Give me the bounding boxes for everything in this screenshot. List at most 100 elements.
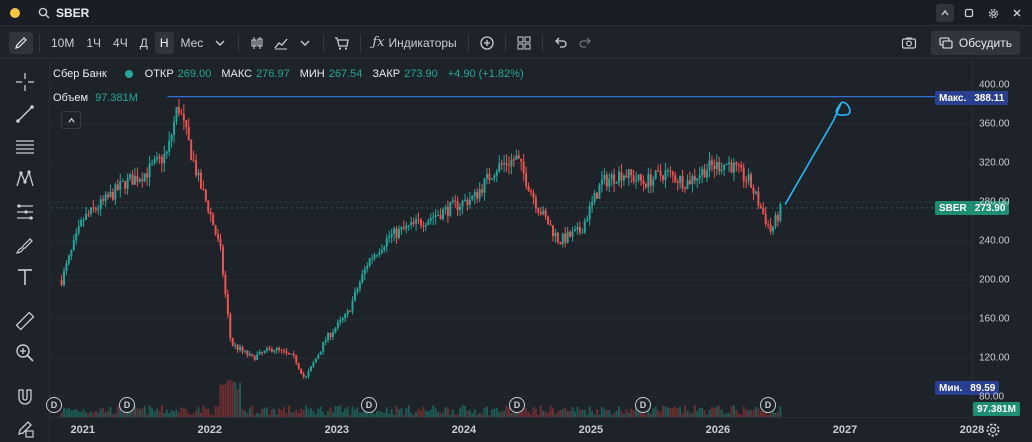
- gear-icon[interactable]: [984, 4, 1002, 22]
- timeframe-4[interactable]: Н: [154, 31, 174, 54]
- candle-body: [60, 280, 63, 285]
- series-visibility-dot[interactable]: [124, 70, 133, 78]
- candle-body: [165, 151, 168, 155]
- price-axis[interactable]: Макс. 388.11 SBER 273.90 Мин. 89.59 97.3…: [935, 60, 1032, 417]
- open-label: ОТКР: [144, 68, 174, 80]
- volume-bar: [779, 406, 782, 417]
- candle-body: [525, 173, 528, 187]
- volume-bar: [468, 409, 471, 417]
- candle-body: [407, 225, 410, 227]
- horizontal-lines-icon[interactable]: [13, 135, 37, 159]
- pencil-icon[interactable]: [9, 31, 33, 54]
- lock-edit-icon[interactable]: [13, 416, 37, 440]
- candle-body: [615, 182, 618, 184]
- collapse-up-icon[interactable]: [936, 4, 954, 22]
- volume-bar: [715, 406, 718, 417]
- timeframe-5[interactable]: Мес: [176, 32, 209, 54]
- volume-bar: [407, 405, 410, 417]
- add-circle-icon[interactable]: [475, 32, 499, 54]
- candle-body: [664, 170, 667, 180]
- candle-body: [192, 159, 195, 161]
- brush-icon[interactable]: [13, 233, 37, 257]
- dividend-marker[interactable]: D: [635, 397, 651, 413]
- candle-body: [708, 160, 711, 171]
- candle-body: [740, 165, 743, 168]
- timeframe-0[interactable]: 10М: [46, 32, 79, 54]
- volume-bar: [684, 405, 687, 417]
- crosshair-icon[interactable]: [13, 70, 37, 94]
- dividend-marker[interactable]: D: [361, 397, 377, 413]
- volume-bar: [75, 409, 78, 417]
- volume-bar: [485, 406, 488, 417]
- volume-bar: [669, 407, 672, 417]
- volume-bar: [339, 405, 342, 417]
- dividend-marker[interactable]: D: [46, 397, 62, 413]
- collapse-legend-button[interactable]: [61, 111, 81, 129]
- volume-bar: [461, 405, 464, 417]
- volume-bar: [750, 410, 753, 417]
- volume-bar: [703, 410, 706, 417]
- volume-bar: [400, 408, 403, 417]
- dividend-marker[interactable]: D: [119, 397, 135, 413]
- candle-body: [405, 225, 408, 229]
- volume-bar: [630, 408, 633, 417]
- candle-body: [155, 156, 158, 160]
- candle-body: [133, 175, 136, 185]
- candle-body: [307, 371, 310, 377]
- close-icon[interactable]: [1008, 4, 1026, 22]
- price-chart[interactable]: [51, 60, 972, 417]
- timeframe-2[interactable]: 4Ч: [108, 32, 133, 54]
- indicators-button[interactable]: ƒx Индикаторы: [367, 32, 461, 54]
- candle-body: [642, 180, 645, 184]
- timeframe-1[interactable]: 1Ч: [81, 32, 106, 54]
- candle-body: [126, 177, 129, 189]
- candle-body: [317, 354, 320, 359]
- pattern-icon[interactable]: [13, 167, 37, 191]
- candle-body: [121, 180, 124, 182]
- time-axis[interactable]: 2021 2022 2023 2024 2025 2026 2027 2028: [51, 417, 984, 442]
- chevron-down-icon[interactable]: [208, 32, 232, 54]
- drawing-toolbar: [0, 60, 50, 442]
- volume-bar: [451, 409, 454, 417]
- candle-body: [596, 192, 599, 199]
- candle-body: [160, 156, 163, 164]
- candle-body: [270, 348, 273, 352]
- candle-body: [564, 233, 567, 243]
- candle-body: [652, 178, 655, 186]
- candle-body: [466, 199, 469, 206]
- timeframe-group: 10М 1Ч 4Ч Д Н Мес: [46, 31, 209, 54]
- volume-bar: [434, 408, 437, 417]
- zoom-in-icon[interactable]: [13, 341, 37, 365]
- candle-body: [415, 219, 418, 224]
- volume-bar: [148, 405, 151, 417]
- candle-body: [129, 174, 132, 178]
- ticker-search[interactable]: SBER: [38, 5, 89, 21]
- text-tool-icon[interactable]: [13, 265, 37, 289]
- fibonacci-icon[interactable]: [13, 200, 37, 224]
- redo-icon[interactable]: [573, 32, 597, 54]
- high-label: МАКС: [221, 68, 253, 80]
- magnet-icon[interactable]: [13, 385, 37, 409]
- status-dot: [10, 8, 20, 18]
- layout-grid-icon[interactable]: [512, 32, 536, 54]
- cart-icon[interactable]: [330, 32, 354, 54]
- area-chart-icon[interactable]: [269, 32, 293, 54]
- dividend-marker[interactable]: D: [760, 397, 776, 413]
- chevron-down-icon[interactable]: [293, 32, 317, 54]
- trend-line-icon[interactable]: [13, 102, 37, 126]
- candles-icon[interactable]: [245, 32, 269, 54]
- minimize-icon[interactable]: [960, 4, 978, 22]
- undo-icon[interactable]: [549, 32, 573, 54]
- timeframe-3[interactable]: Д: [135, 32, 153, 54]
- volume-bar: [463, 406, 466, 417]
- volume-bar: [307, 408, 310, 417]
- ruler-icon[interactable]: [13, 309, 37, 333]
- volume-bar: [578, 409, 581, 417]
- dividend-marker[interactable]: D: [509, 397, 525, 413]
- settings-icon[interactable]: [985, 422, 1001, 438]
- chart-area[interactable]: [51, 60, 972, 417]
- discuss-button[interactable]: Обсудить: [930, 31, 1020, 55]
- candle-body: [481, 189, 484, 193]
- camera-icon[interactable]: [898, 32, 920, 54]
- candle-body: [195, 160, 198, 176]
